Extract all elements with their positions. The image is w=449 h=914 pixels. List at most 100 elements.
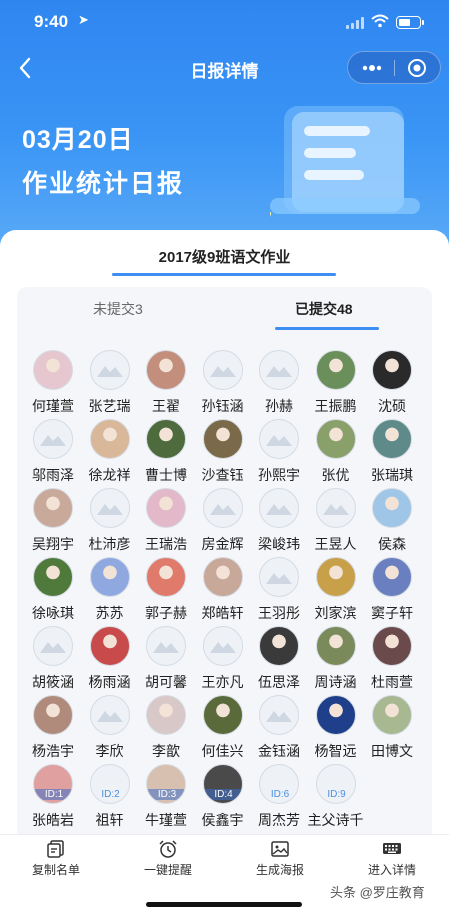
- student-item[interactable]: 刘家滨: [310, 557, 362, 623]
- student-item[interactable]: ID:6 周杰芳: [253, 764, 305, 830]
- student-item[interactable]: 王亦凡: [197, 626, 249, 692]
- placeholder-mountain-icon: [266, 711, 292, 722]
- placeholder-mountain-icon: [266, 435, 292, 446]
- student-item[interactable]: 侯森: [366, 488, 418, 554]
- avatar: ID:4: [202, 764, 243, 804]
- avatar: [372, 557, 412, 597]
- avatar: [259, 557, 299, 597]
- student-item[interactable]: ID:3 牛瑾萱: [140, 764, 192, 830]
- battery-icon: [396, 16, 424, 29]
- student-item[interactable]: 胡可馨: [140, 626, 192, 692]
- placeholder-mountain-icon: [96, 366, 123, 377]
- student-item[interactable]: 何佳兴: [197, 695, 249, 761]
- avatar: ID:3: [146, 764, 186, 804]
- student-item[interactable]: 李歆: [140, 695, 192, 761]
- student-name: 田博文: [371, 743, 413, 759]
- student-item[interactable]: 伍思泽: [253, 626, 305, 692]
- submission-panel: 未提交3 已提交48 何瑾萱 张艺瑞 王翟 孙钰涵 孙赫 王振鹏 沈硕邬雨泽 徐龙祥 曹士博 沙查…: [17, 287, 432, 847]
- student-item[interactable]: 王翟: [140, 350, 192, 416]
- student-item[interactable]: ID:9 主父诗千: [308, 764, 364, 830]
- student-item[interactable]: 孙钰涵: [197, 350, 249, 416]
- copy-list-button[interactable]: 复制名单: [0, 835, 112, 885]
- student-item[interactable]: 王羽彤: [253, 557, 305, 623]
- student-item[interactable]: 张优: [310, 419, 362, 485]
- placeholder-mountain-icon: [40, 642, 66, 653]
- student-item[interactable]: 胡筱涵: [27, 626, 79, 692]
- avatar: [33, 626, 73, 666]
- avatar: [146, 419, 186, 459]
- student-item[interactable]: 邬雨泽: [27, 419, 79, 485]
- avatar: [372, 488, 412, 528]
- student-item[interactable]: 窦子轩: [366, 557, 418, 623]
- header-hero: 9:40 ➤ 日报详情 03月20日 作业统计日报: [0, 0, 449, 250]
- avatar: [146, 695, 186, 735]
- avatar: [33, 695, 73, 735]
- home-indicator[interactable]: [146, 902, 302, 907]
- avatar: [315, 350, 356, 390]
- student-item[interactable]: ID:4 侯鑫宇: [197, 764, 249, 830]
- student-name: 张瑞琪: [371, 467, 413, 483]
- status-time: 9:40: [34, 12, 69, 31]
- avatar: [33, 488, 73, 528]
- student-item[interactable]: 郑皓轩: [197, 557, 249, 623]
- student-item[interactable]: 杨雨涵: [84, 626, 136, 692]
- remind-all-button[interactable]: 一键提醒: [112, 835, 224, 885]
- student-item[interactable]: ID:1 张皓岩: [27, 764, 79, 830]
- avatar: [202, 488, 243, 528]
- tab-submitted[interactable]: 已提交48: [295, 299, 353, 319]
- avatar: [259, 350, 299, 390]
- student-item[interactable]: 徐咏琪: [27, 557, 79, 623]
- location-icon: ➤: [78, 12, 89, 27]
- avatar: [315, 557, 356, 597]
- student-item[interactable]: 何瑾萱: [27, 350, 79, 416]
- student-item[interactable]: 曹士博: [140, 419, 192, 485]
- class-title-underline: [112, 273, 336, 276]
- student-item[interactable]: 孙熙宇: [253, 419, 305, 485]
- avatar: [89, 695, 130, 735]
- student-item[interactable]: 沙查钰: [197, 419, 249, 485]
- copy-list-label: 复制名单: [31, 863, 80, 877]
- generate-poster-button[interactable]: 生成海报: [224, 835, 336, 885]
- student-item[interactable]: 王振鹏: [310, 350, 362, 416]
- avatar: [33, 419, 73, 459]
- placeholder-mountain-icon: [266, 573, 292, 584]
- student-item[interactable]: 苏苏: [84, 557, 136, 623]
- target-close-icon[interactable]: [406, 57, 428, 79]
- student-item[interactable]: 孙赫: [253, 350, 305, 416]
- student-item[interactable]: 张瑞琪: [366, 419, 418, 485]
- student-item[interactable]: 郭子赫: [140, 557, 192, 623]
- student-item[interactable]: 沈硕: [366, 350, 418, 416]
- student-name: 杜雨萱: [371, 674, 413, 690]
- placeholder-mountain-icon: [322, 504, 349, 515]
- report-title: 作业统计日报: [22, 170, 185, 198]
- tab-unsubmitted[interactable]: 未提交3: [93, 299, 143, 319]
- avatar: [315, 626, 356, 666]
- placeholder-mountain-icon: [209, 642, 236, 653]
- remind-all-label: 一键提醒: [143, 863, 192, 877]
- avatar: [372, 419, 412, 459]
- student-item[interactable]: 田博文: [366, 695, 418, 761]
- avatar: ID:9: [315, 764, 356, 804]
- student-item[interactable]: 张艺瑞: [84, 350, 136, 416]
- student-item[interactable]: 梁峻玮: [253, 488, 305, 554]
- student-item[interactable]: 杨智远: [310, 695, 362, 761]
- student-item[interactable]: 周诗涵: [310, 626, 362, 692]
- student-item[interactable]: 李欣: [84, 695, 136, 761]
- student-item[interactable]: ID:2 祖轩: [84, 764, 136, 830]
- avatar: [372, 350, 412, 390]
- more-dots-icon[interactable]: [360, 56, 384, 80]
- signal-icon: [346, 17, 364, 29]
- student-item[interactable]: 房金辉: [197, 488, 249, 554]
- student-item[interactable]: 王瑞浩: [140, 488, 192, 554]
- avatar: ID:6: [259, 764, 299, 804]
- student-item[interactable]: 金钰涵: [253, 695, 305, 761]
- report-card: 2017级9班语文作业 未提交3 已提交48 何瑾萱 张艺瑞 王翟 孙钰涵 孙赫 王振鹏沈…: [0, 230, 449, 847]
- student-item[interactable]: 杜沛彦: [84, 488, 136, 554]
- alarm-clock-icon: [159, 840, 177, 858]
- enter-details-button[interactable]: 进入详情: [336, 835, 448, 885]
- student-item[interactable]: 杜雨萱: [366, 626, 418, 692]
- student-item[interactable]: 王昱人: [310, 488, 362, 554]
- student-item[interactable]: 吴翔宇: [27, 488, 79, 554]
- student-item[interactable]: 杨浩宇: [27, 695, 79, 761]
- student-item[interactable]: 徐龙祥: [84, 419, 136, 485]
